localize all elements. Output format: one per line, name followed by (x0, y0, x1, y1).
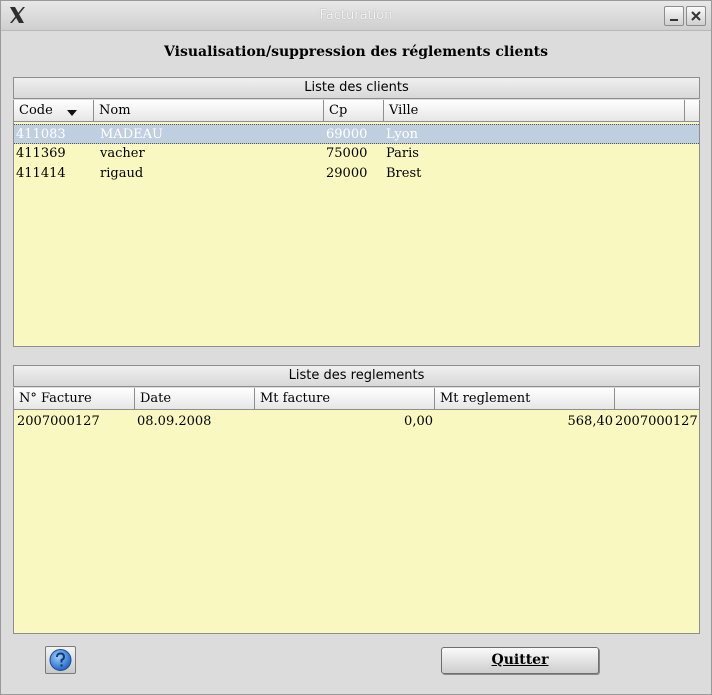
cell-extra: 2007000127 (615, 414, 698, 429)
cell-cp: 75000 (326, 146, 368, 161)
help-button[interactable] (45, 646, 76, 674)
column-header-facture[interactable]: N° Facture (14, 388, 135, 410)
table-row[interactable]: 411083 MADEAU 69000 Lyon (14, 124, 699, 144)
clients-panel-header: Liste des clients (13, 77, 700, 99)
cell-mt-reglement: 568,40 (567, 414, 614, 429)
close-button[interactable] (686, 6, 706, 26)
table-row[interactable]: 411369 vacher 75000 Paris (14, 144, 699, 164)
page-title: Visualisation/suppression des réglements… (164, 44, 548, 60)
cell-cp: 69000 (326, 127, 368, 142)
column-header-code-label: Code (19, 103, 53, 118)
column-header-mt-reglement[interactable]: Mt reglement (435, 388, 615, 410)
cell-nom: rigaud (100, 166, 144, 181)
cell-ville: Brest (386, 166, 422, 181)
close-icon (691, 11, 701, 21)
main-window: Facturation Visualisation/suppression de… (0, 0, 712, 695)
cell-mt-facture: 0,00 (404, 414, 433, 429)
column-header-mt-facture[interactable]: Mt facture (255, 388, 435, 410)
table-row[interactable]: 411414 rigaud 29000 Brest (14, 164, 699, 184)
cell-ville: Lyon (386, 127, 418, 142)
column-header-nom[interactable]: Nom (94, 100, 324, 122)
reglements-panel-header: Liste des reglements (13, 365, 700, 387)
cell-cp: 29000 (326, 166, 368, 181)
minimize-button[interactable] (664, 6, 684, 26)
column-header-ville[interactable]: Ville (384, 100, 685, 122)
minimize-icon (670, 19, 678, 21)
column-header-date[interactable]: Date (135, 388, 255, 410)
help-globe-icon (49, 649, 72, 671)
column-header-code[interactable]: Code (14, 100, 94, 122)
reglements-column-headers: N° Facture Date Mt facture Mt reglement (14, 388, 699, 410)
title-bar[interactable]: Facturation (1, 1, 711, 31)
quit-button[interactable]: Quitter (441, 647, 599, 674)
cell-code: 411369 (16, 146, 66, 161)
cell-code: 411414 (16, 166, 66, 181)
window-title: Facturation (319, 8, 393, 23)
reglements-table[interactable]: N° Facture Date Mt facture Mt reglement … (13, 388, 700, 634)
cell-code: 411083 (16, 127, 66, 142)
clients-column-headers: Code Nom Cp Ville (14, 100, 699, 122)
cell-nom: MADEAU (100, 127, 163, 142)
cell-nom: vacher (100, 146, 145, 161)
table-row[interactable]: 2007000127 08.09.2008 0,00 568,40 200700… (14, 412, 699, 432)
sort-descending-icon (67, 110, 77, 116)
cell-ville: Paris (386, 146, 419, 161)
cell-date: 08.09.2008 (137, 414, 212, 429)
column-header-cp[interactable]: Cp (324, 100, 384, 122)
cell-facture: 2007000127 (17, 414, 100, 429)
column-header-extra[interactable] (615, 388, 700, 410)
clients-table[interactable]: Code Nom Cp Ville 411083 MADEAU 69000 Ly… (13, 100, 700, 347)
